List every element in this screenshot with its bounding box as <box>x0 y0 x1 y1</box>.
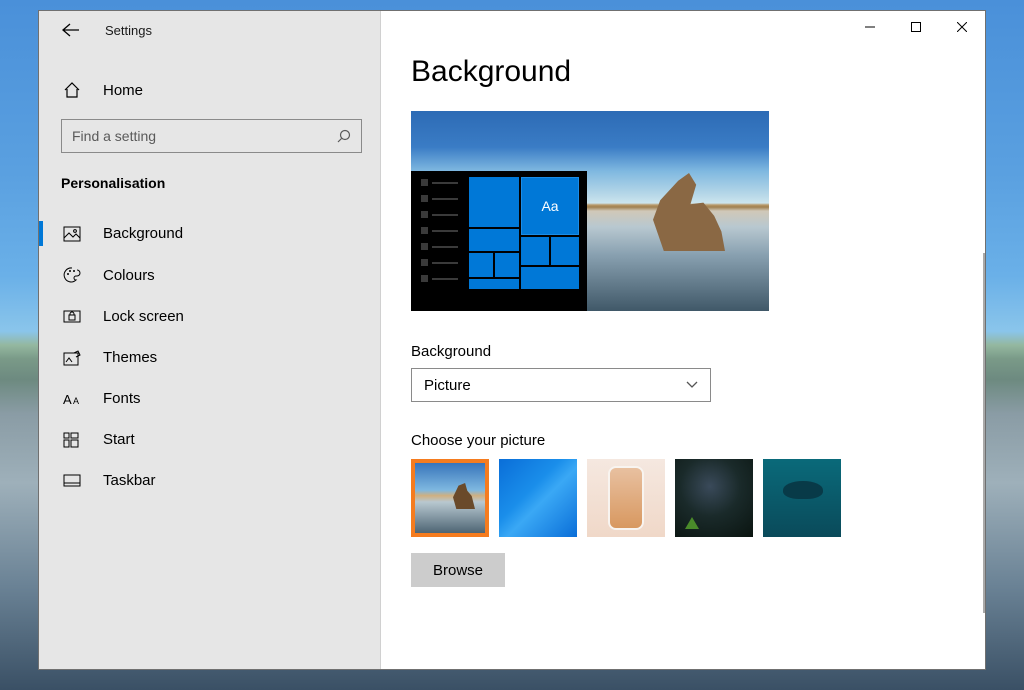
palette-icon <box>63 266 85 284</box>
sidebar-item-label: Lock screen <box>103 308 184 325</box>
sidebar-item-lockscreen[interactable]: Lock screen <box>39 296 380 337</box>
main-panel: Background Aa <box>381 11 985 669</box>
sidebar-item-label: Colours <box>103 267 155 284</box>
sidebar-item-taskbar[interactable]: Taskbar <box>39 460 380 501</box>
browse-button[interactable]: Browse <box>411 553 505 587</box>
sidebar-section-title: Personalisation <box>39 153 380 199</box>
picture-thumb-5[interactable] <box>763 459 841 537</box>
picture-thumb-4[interactable] <box>675 459 753 537</box>
taskbar-icon <box>63 474 85 487</box>
sidebar-item-background[interactable]: Background <box>39 213 380 254</box>
page-title: Background <box>411 55 965 89</box>
picture-thumb-3[interactable] <box>587 459 665 537</box>
sidebar-item-label: Background <box>103 225 183 242</box>
picture-icon <box>63 226 85 242</box>
preview-sample-tile: Aa <box>521 177 579 235</box>
sidebar-item-start[interactable]: Start <box>39 419 380 460</box>
background-field-label: Background <box>411 343 965 360</box>
back-button[interactable] <box>61 20 81 40</box>
sidebar-item-label: Taskbar <box>103 472 156 489</box>
window-title: Settings <box>105 23 152 38</box>
background-type-dropdown[interactable]: Picture <box>411 368 711 402</box>
search-input[interactable] <box>72 128 337 144</box>
sidebar: Settings Home Personalisation Backgro <box>39 11 381 669</box>
search-box[interactable] <box>61 119 362 153</box>
home-icon <box>63 81 85 99</box>
sidebar-item-label: Start <box>103 431 135 448</box>
chevron-down-icon <box>686 381 698 389</box>
sidebar-item-themes[interactable]: Themes <box>39 337 380 378</box>
picture-thumbnails <box>411 459 965 537</box>
sidebar-item-fonts[interactable]: AA Fonts <box>39 378 380 419</box>
preview-start-menu: Aa <box>411 171 587 311</box>
dropdown-value: Picture <box>424 377 471 394</box>
fonts-icon: AA <box>63 391 85 407</box>
sidebar-item-label: Themes <box>103 349 157 366</box>
svg-text:A: A <box>73 396 79 406</box>
background-preview: Aa <box>411 111 769 311</box>
search-icon <box>337 129 351 143</box>
home-label: Home <box>103 82 143 99</box>
sidebar-item-colours[interactable]: Colours <box>39 254 380 296</box>
sidebar-nav: Background Colours Lock screen Themes <box>39 213 380 501</box>
picture-thumb-1[interactable] <box>411 459 489 537</box>
sidebar-item-home[interactable]: Home <box>39 67 380 113</box>
lockscreen-icon <box>63 310 85 324</box>
start-icon <box>63 432 85 448</box>
settings-window: Settings Home Personalisation Backgro <box>38 10 986 670</box>
titlebar: Settings <box>39 11 380 49</box>
picture-thumb-2[interactable] <box>499 459 577 537</box>
sidebar-item-label: Fonts <box>103 390 141 407</box>
themes-icon <box>63 350 85 366</box>
svg-text:A: A <box>63 392 72 407</box>
choose-picture-label: Choose your picture <box>411 432 965 449</box>
